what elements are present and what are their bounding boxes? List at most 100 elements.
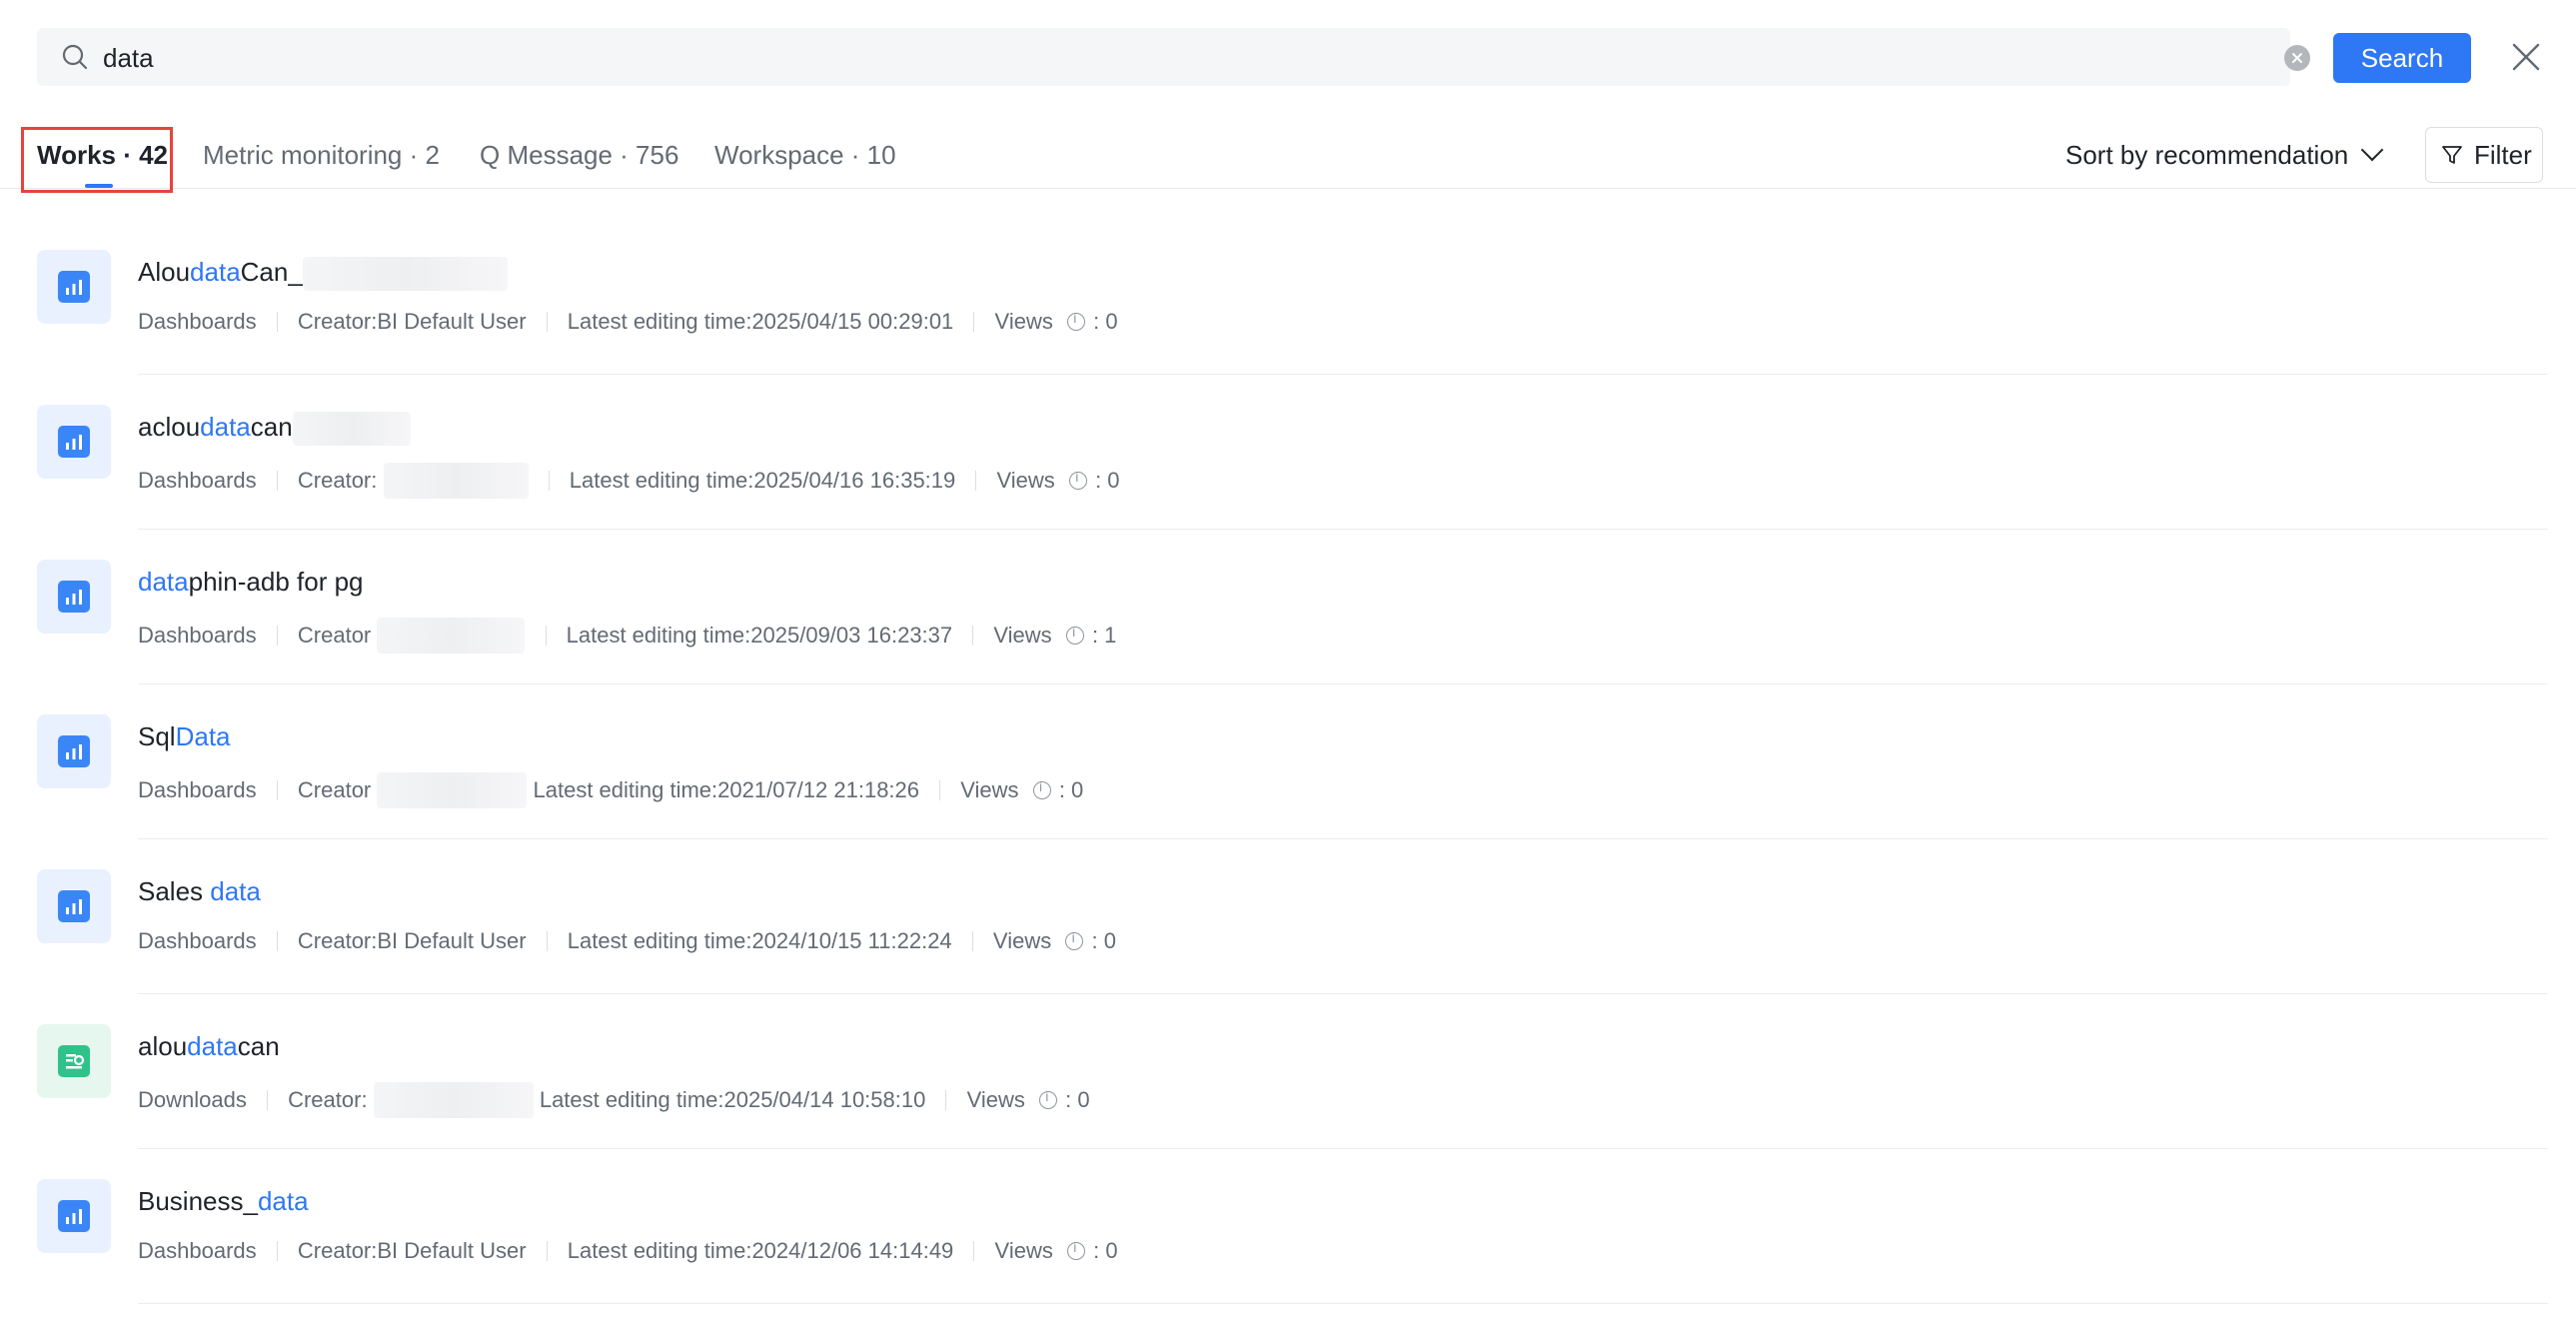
redacted-text xyxy=(373,1082,534,1118)
keyword-highlight: Data xyxy=(175,721,231,751)
result-type: Dashboards xyxy=(138,928,257,954)
row-divider xyxy=(138,1303,2548,1304)
result-type: Dashboards xyxy=(138,777,257,802)
divider xyxy=(276,1241,278,1262)
result-edit-time: Latest editing time:2025/04/14 10:58:10 xyxy=(539,1087,926,1112)
divider xyxy=(276,626,278,646)
divider xyxy=(276,471,278,491)
annotation-highlight-box xyxy=(21,127,173,193)
info-icon[interactable] xyxy=(1068,471,1087,490)
result-views-label: Views xyxy=(993,623,1052,648)
clear-icon[interactable] xyxy=(2284,45,2310,71)
divider xyxy=(939,780,941,800)
result-type: Dashboards xyxy=(138,1238,257,1264)
result-views-label: Views xyxy=(994,1238,1053,1264)
filter-button[interactable]: Filter xyxy=(2425,127,2543,183)
result-creator: Creator xyxy=(297,623,372,648)
result-row[interactable]: acloudatacan Dashboards Creator: Latest … xyxy=(0,375,2576,530)
result-creator: Creator:BI Default User xyxy=(297,309,527,335)
info-icon[interactable] xyxy=(1065,931,1084,951)
divider xyxy=(975,471,977,491)
divider xyxy=(971,931,973,952)
close-icon[interactable] xyxy=(2508,39,2544,75)
result-views: : 1 xyxy=(1091,623,1117,648)
result-views: : 0 xyxy=(1058,777,1084,802)
keyword-highlight: data xyxy=(187,1031,238,1061)
result-views: : 0 xyxy=(1091,928,1116,954)
divider xyxy=(545,626,547,646)
divider xyxy=(266,1090,268,1110)
result-creator: Creator:BI Default User xyxy=(297,1238,527,1264)
redacted-text xyxy=(377,772,528,808)
result-row[interactable]: dataphin-adb for pg Dashboards Creator L… xyxy=(0,530,2576,684)
result-type: Dashboards xyxy=(138,623,257,648)
tab-metric-monitoring[interactable]: Metric monitoring · 2 xyxy=(203,140,440,171)
result-creator: Creator:BI Default User xyxy=(297,928,527,954)
result-row[interactable]: Sales data Dashboards Creator:BI Default… xyxy=(0,839,2576,994)
divider xyxy=(973,1241,975,1262)
keyword-highlight: data xyxy=(257,1186,309,1216)
bar-chart-icon xyxy=(37,1179,111,1253)
result-views: : 0 xyxy=(1093,1238,1118,1264)
result-views-label: Views xyxy=(960,777,1019,802)
result-row[interactable]: Business_data Dashboards Creator:BI Defa… xyxy=(0,1149,2576,1304)
result-meta: Dashboards Creator:BI Default User Lates… xyxy=(138,308,1118,338)
bar-chart-icon xyxy=(37,250,111,324)
result-meta: Dashboards Creator Latest editing time:2… xyxy=(138,618,1117,654)
bar-chart-icon xyxy=(37,405,111,479)
result-title[interactable]: aloudatacan xyxy=(138,1031,280,1062)
keyword-highlight: data xyxy=(200,412,251,442)
result-views-label: Views xyxy=(994,309,1053,335)
divider xyxy=(276,312,278,333)
download-report-icon xyxy=(37,1024,111,1098)
result-meta: Dashboards Creator:BI Default User Lates… xyxy=(138,1237,1118,1267)
result-meta: Dashboards Creator: Latest editing time:… xyxy=(138,463,1120,499)
divider xyxy=(972,626,974,646)
divider xyxy=(276,780,278,800)
keyword-highlight: data xyxy=(210,876,261,906)
result-type: Dashboards xyxy=(138,309,257,335)
result-edit-time: Latest editing time:2021/07/12 21:18:26 xyxy=(533,777,920,802)
divider xyxy=(546,931,548,952)
divider xyxy=(945,1090,947,1110)
info-icon[interactable] xyxy=(1032,780,1051,799)
search-bar xyxy=(37,28,2290,86)
redacted-text xyxy=(302,257,508,292)
result-row[interactable]: aloudatacan Downloads Creator: Latest ed… xyxy=(0,994,2576,1149)
result-title[interactable]: Sales data xyxy=(138,876,261,907)
result-row[interactable]: AloudataCan_ Dashboards Creator:BI Defau… xyxy=(0,220,2576,375)
search-icon xyxy=(62,44,88,70)
result-meta: Dashboards Creator:BI Default User Lates… xyxy=(138,927,1116,957)
info-icon[interactable] xyxy=(1065,626,1084,645)
result-views-label: Views xyxy=(966,1087,1025,1112)
sort-label: Sort by recommendation xyxy=(2065,140,2349,170)
bar-chart-icon xyxy=(37,560,111,634)
result-views: : 0 xyxy=(1095,468,1120,493)
info-icon[interactable] xyxy=(1039,1090,1058,1109)
result-creator: Creator xyxy=(297,777,372,802)
tab-q-message[interactable]: Q Message · 756 xyxy=(480,140,678,171)
result-views-label: Views xyxy=(992,928,1052,954)
result-title[interactable]: dataphin-adb for pg xyxy=(138,567,364,598)
result-creator: Creator: xyxy=(288,1087,368,1112)
result-title[interactable]: AloudataCan_ xyxy=(138,257,508,292)
search-button[interactable]: Search xyxy=(2333,33,2471,83)
sort-dropdown[interactable]: Sort by recommendation xyxy=(2065,138,2384,171)
result-type: Downloads xyxy=(138,1087,247,1112)
info-icon[interactable] xyxy=(1066,312,1085,332)
result-title[interactable]: Business_data xyxy=(138,1186,309,1217)
keyword-highlight: data xyxy=(190,257,241,287)
result-row[interactable]: SqlData Dashboards Creator Latest editin… xyxy=(0,684,2576,839)
result-edit-time: Latest editing time:2025/04/16 16:35:19 xyxy=(569,468,956,493)
redacted-text xyxy=(292,412,411,447)
info-icon[interactable] xyxy=(1066,1241,1085,1261)
search-input[interactable] xyxy=(101,36,2203,80)
keyword-highlight: data xyxy=(138,567,189,597)
result-title[interactable]: SqlData xyxy=(138,721,231,752)
redacted-text xyxy=(383,463,529,499)
tab-workspace[interactable]: Workspace · 10 xyxy=(714,140,896,171)
bar-chart-icon xyxy=(37,714,111,788)
divider xyxy=(276,931,278,952)
result-views: : 0 xyxy=(1093,309,1118,335)
result-title[interactable]: acloudatacan xyxy=(138,412,411,447)
